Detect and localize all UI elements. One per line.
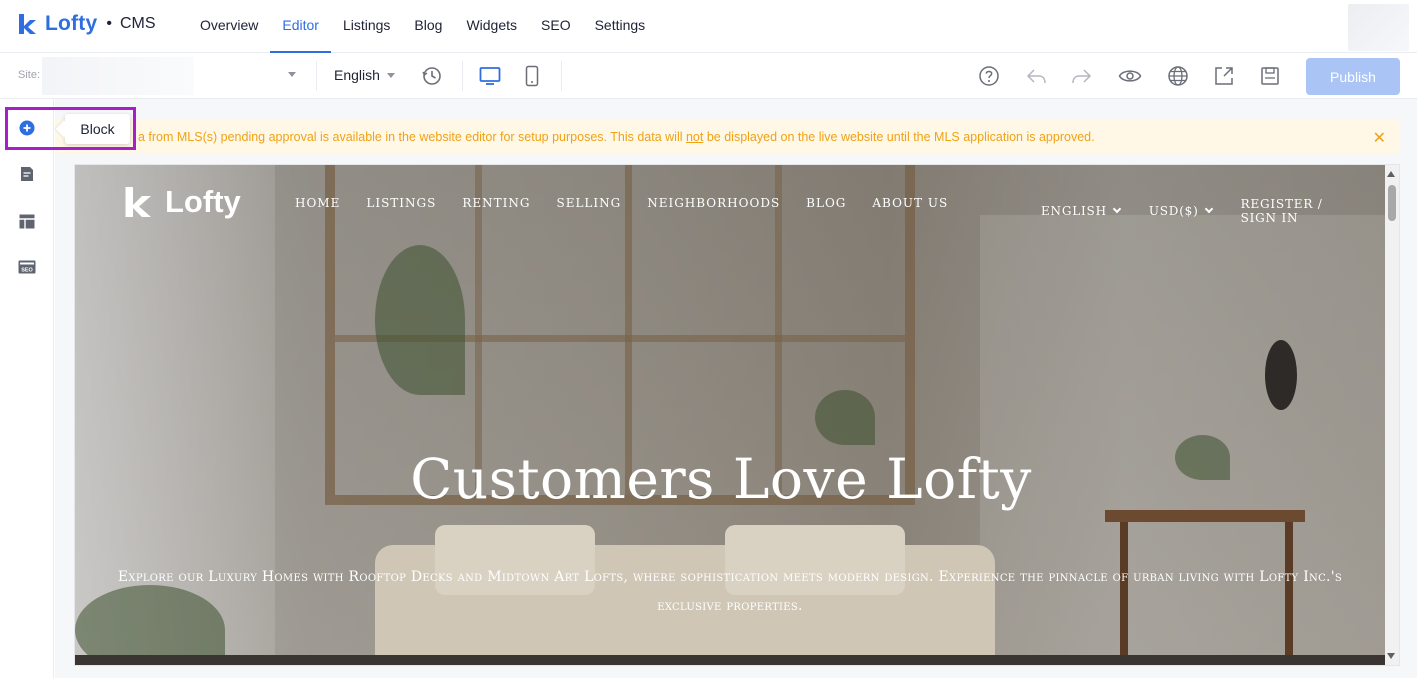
- page-icon[interactable]: [14, 161, 40, 187]
- plant-decor: [375, 245, 465, 395]
- site-logo[interactable]: Lofty: [121, 183, 241, 221]
- hero-bottom-band: [75, 655, 1387, 665]
- tooltip-label: Block: [80, 121, 115, 137]
- caret-down-icon: [288, 72, 296, 77]
- website-preview[interactable]: Lofty HOME LISTINGS RENTING SELLING NEIG…: [74, 164, 1400, 666]
- language-select[interactable]: English: [334, 67, 395, 83]
- site-name-redacted: [42, 57, 194, 95]
- left-sidebar: SEO: [0, 99, 54, 678]
- site-nav-selling[interactable]: SELLING: [556, 196, 621, 210]
- svg-text:SEO: SEO: [21, 268, 33, 274]
- seo-icon[interactable]: SEO: [14, 254, 40, 280]
- site-nav-blog[interactable]: BLOG: [806, 196, 846, 210]
- globe-icon[interactable]: [1166, 64, 1190, 88]
- lofty-logo-icon: [19, 14, 36, 34]
- site-language-label: ENGLISH: [1041, 204, 1107, 218]
- mobile-icon[interactable]: [520, 64, 544, 88]
- site-nav: HOME LISTINGS RENTING SELLING NEIGHBORHO…: [295, 196, 974, 210]
- add-block-icon[interactable]: [14, 115, 40, 141]
- hero-section: Lofty HOME LISTINGS RENTING SELLING NEIG…: [75, 165, 1390, 665]
- top-nav-bar: Lofty • CMS Overview Editor Listings Blo…: [0, 0, 1417, 53]
- site-nav-neighborhoods[interactable]: NEIGHBORHOODS: [647, 196, 780, 210]
- site-header-right: ENGLISH USD($) REGISTER / SIGN IN: [1041, 197, 1387, 225]
- desktop-icon[interactable]: [478, 64, 502, 88]
- toolbar-divider: [316, 61, 317, 91]
- close-icon[interactable]: ✕: [1373, 128, 1386, 148]
- layout-icon[interactable]: [14, 208, 40, 234]
- window-mullion: [475, 165, 482, 495]
- brand-name: Lofty: [45, 12, 98, 35]
- undo-icon[interactable]: [1024, 64, 1048, 88]
- lofty-logo-icon: [125, 187, 151, 217]
- editor-toolbar: Site: English Publish: [0, 53, 1417, 99]
- site-logo-text: Lofty: [165, 184, 241, 219]
- hero-title: Customers Love Lofty: [410, 447, 1032, 511]
- publish-button[interactable]: Publish: [1306, 58, 1400, 95]
- site-currency-select[interactable]: USD($): [1148, 204, 1213, 218]
- product-name: CMS: [119, 15, 156, 32]
- wall-mirror: [1265, 340, 1297, 410]
- window-mullion: [775, 165, 782, 495]
- warning-text-start: a from MLS(s) pending approval is availa…: [138, 129, 686, 144]
- nav-blog[interactable]: Blog: [402, 0, 454, 53]
- nav-overview[interactable]: Overview: [188, 0, 270, 53]
- redo-icon[interactable]: [1070, 64, 1094, 88]
- brand-separator: •: [106, 15, 112, 32]
- site-nav-home[interactable]: HOME: [295, 196, 340, 210]
- toolbar-divider: [462, 61, 463, 91]
- site-select[interactable]: [42, 57, 304, 95]
- chevron-down-icon: [1204, 204, 1213, 214]
- site-nav-about-us[interactable]: ABOUT US: [872, 196, 948, 210]
- brand[interactable]: Lofty • CMS: [16, 12, 156, 36]
- language-label: English: [334, 67, 380, 83]
- caret-down-icon: [386, 72, 395, 78]
- preview-icon[interactable]: [1118, 64, 1142, 88]
- nav-editor[interactable]: Editor: [270, 0, 331, 53]
- scrollbar-thumb[interactable]: [1388, 185, 1396, 221]
- nav-settings[interactable]: Settings: [583, 0, 658, 53]
- main-nav: Overview Editor Listings Blog Widgets SE…: [188, 0, 657, 53]
- scroll-up-arrow-icon[interactable]: [1387, 171, 1395, 177]
- history-icon[interactable]: [420, 64, 444, 88]
- site-nav-listings[interactable]: LISTINGS: [366, 196, 436, 210]
- nav-seo[interactable]: SEO: [529, 0, 583, 53]
- save-icon[interactable]: [1258, 64, 1282, 88]
- warning-text-emphasis: not: [685, 129, 704, 144]
- nav-listings[interactable]: Listings: [331, 0, 402, 53]
- site-currency-label: USD($): [1148, 204, 1199, 218]
- block-tooltip: Block: [65, 114, 130, 144]
- share-icon[interactable]: [1212, 64, 1236, 88]
- site-register-sign-in[interactable]: REGISTER / SIGN IN: [1241, 197, 1358, 225]
- scroll-down-arrow-icon[interactable]: [1387, 653, 1395, 659]
- avatar[interactable]: [1348, 4, 1409, 51]
- warning-message: a from MLS(s) pending approval is availa…: [136, 130, 1095, 144]
- plant-decor: [815, 390, 875, 445]
- hero-subtitle: Explore our Luxury Homes with Rooftop De…: [117, 569, 1343, 614]
- window-mullion: [625, 165, 632, 495]
- mls-warning-banner: a from MLS(s) pending approval is availa…: [136, 120, 1400, 153]
- site-nav-renting[interactable]: RENTING: [462, 196, 530, 210]
- site-label: Site:: [18, 69, 41, 81]
- nav-widgets[interactable]: Widgets: [454, 0, 529, 53]
- toolbar-divider: [561, 61, 562, 91]
- help-icon[interactable]: [977, 64, 1001, 88]
- chevron-down-icon: [1112, 204, 1122, 214]
- table-decor: [1105, 510, 1305, 522]
- site-language-select[interactable]: ENGLISH: [1041, 204, 1122, 218]
- warning-text-end: be displayed on the live website until t…: [703, 129, 1095, 144]
- preview-scrollbar[interactable]: [1385, 165, 1399, 665]
